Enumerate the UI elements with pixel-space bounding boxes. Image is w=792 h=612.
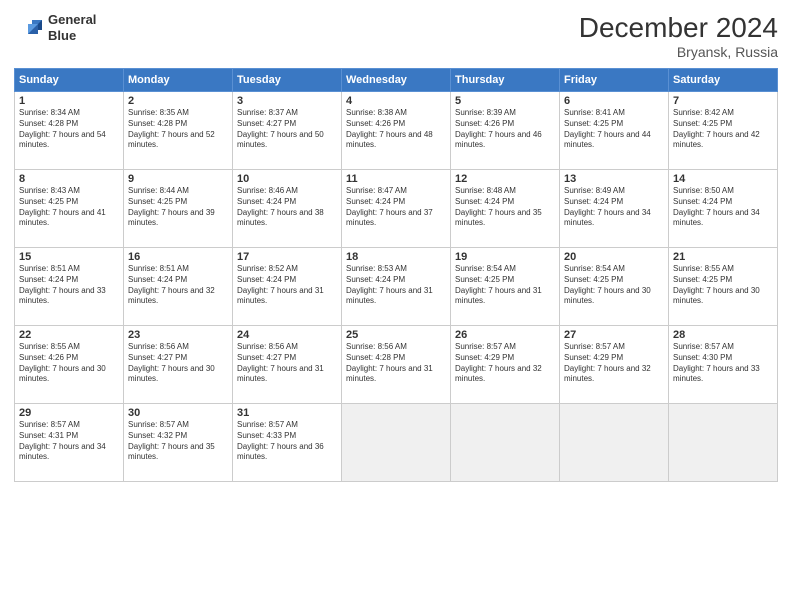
- table-row: 9Sunrise: 8:44 AMSunset: 4:25 PMDaylight…: [124, 170, 233, 248]
- table-row: 29Sunrise: 8:57 AMSunset: 4:31 PMDayligh…: [15, 404, 124, 482]
- logo-icon: [14, 16, 44, 40]
- location-subtitle: Bryansk, Russia: [579, 44, 778, 60]
- table-row: 1Sunrise: 8:34 AMSunset: 4:28 PMDaylight…: [15, 92, 124, 170]
- table-row: 28Sunrise: 8:57 AMSunset: 4:30 PMDayligh…: [669, 326, 778, 404]
- table-row: 8Sunrise: 8:43 AMSunset: 4:25 PMDaylight…: [15, 170, 124, 248]
- table-row: 26Sunrise: 8:57 AMSunset: 4:29 PMDayligh…: [451, 326, 560, 404]
- table-row: [342, 404, 451, 482]
- table-row: 15Sunrise: 8:51 AMSunset: 4:24 PMDayligh…: [15, 248, 124, 326]
- col-sunday: Sunday: [15, 69, 124, 92]
- month-title: December 2024: [579, 12, 778, 44]
- header-row: Sunday Monday Tuesday Wednesday Thursday…: [15, 69, 778, 92]
- table-row: 11Sunrise: 8:47 AMSunset: 4:24 PMDayligh…: [342, 170, 451, 248]
- calendar-row: 15Sunrise: 8:51 AMSunset: 4:24 PMDayligh…: [15, 248, 778, 326]
- table-row: [669, 404, 778, 482]
- header: General Blue December 2024 Bryansk, Russ…: [14, 12, 778, 60]
- col-tuesday: Tuesday: [233, 69, 342, 92]
- table-row: 7Sunrise: 8:42 AMSunset: 4:25 PMDaylight…: [669, 92, 778, 170]
- table-row: 6Sunrise: 8:41 AMSunset: 4:25 PMDaylight…: [560, 92, 669, 170]
- calendar-row: 22Sunrise: 8:55 AMSunset: 4:26 PMDayligh…: [15, 326, 778, 404]
- table-row: 13Sunrise: 8:49 AMSunset: 4:24 PMDayligh…: [560, 170, 669, 248]
- calendar-row: 8Sunrise: 8:43 AMSunset: 4:25 PMDaylight…: [15, 170, 778, 248]
- table-row: 22Sunrise: 8:55 AMSunset: 4:26 PMDayligh…: [15, 326, 124, 404]
- table-row: 23Sunrise: 8:56 AMSunset: 4:27 PMDayligh…: [124, 326, 233, 404]
- table-row: 19Sunrise: 8:54 AMSunset: 4:25 PMDayligh…: [451, 248, 560, 326]
- calendar-row: 29Sunrise: 8:57 AMSunset: 4:31 PMDayligh…: [15, 404, 778, 482]
- col-wednesday: Wednesday: [342, 69, 451, 92]
- calendar-container: General Blue December 2024 Bryansk, Russ…: [0, 0, 792, 612]
- table-row: 17Sunrise: 8:52 AMSunset: 4:24 PMDayligh…: [233, 248, 342, 326]
- col-saturday: Saturday: [669, 69, 778, 92]
- table-row: 25Sunrise: 8:56 AMSunset: 4:28 PMDayligh…: [342, 326, 451, 404]
- table-row: 12Sunrise: 8:48 AMSunset: 4:24 PMDayligh…: [451, 170, 560, 248]
- table-row: 21Sunrise: 8:55 AMSunset: 4:25 PMDayligh…: [669, 248, 778, 326]
- col-thursday: Thursday: [451, 69, 560, 92]
- table-row: 31Sunrise: 8:57 AMSunset: 4:33 PMDayligh…: [233, 404, 342, 482]
- table-row: 24Sunrise: 8:56 AMSunset: 4:27 PMDayligh…: [233, 326, 342, 404]
- table-row: 14Sunrise: 8:50 AMSunset: 4:24 PMDayligh…: [669, 170, 778, 248]
- table-row: [560, 404, 669, 482]
- col-monday: Monday: [124, 69, 233, 92]
- table-row: 16Sunrise: 8:51 AMSunset: 4:24 PMDayligh…: [124, 248, 233, 326]
- table-row: [451, 404, 560, 482]
- calendar-row: 1Sunrise: 8:34 AMSunset: 4:28 PMDaylight…: [15, 92, 778, 170]
- table-row: 10Sunrise: 8:46 AMSunset: 4:24 PMDayligh…: [233, 170, 342, 248]
- table-row: 2Sunrise: 8:35 AMSunset: 4:28 PMDaylight…: [124, 92, 233, 170]
- table-row: 3Sunrise: 8:37 AMSunset: 4:27 PMDaylight…: [233, 92, 342, 170]
- table-row: 4Sunrise: 8:38 AMSunset: 4:26 PMDaylight…: [342, 92, 451, 170]
- logo-text: General Blue: [48, 12, 96, 43]
- table-row: 30Sunrise: 8:57 AMSunset: 4:32 PMDayligh…: [124, 404, 233, 482]
- logo: General Blue: [14, 12, 96, 43]
- title-section: December 2024 Bryansk, Russia: [579, 12, 778, 60]
- table-row: 20Sunrise: 8:54 AMSunset: 4:25 PMDayligh…: [560, 248, 669, 326]
- table-row: 18Sunrise: 8:53 AMSunset: 4:24 PMDayligh…: [342, 248, 451, 326]
- calendar-table: Sunday Monday Tuesday Wednesday Thursday…: [14, 68, 778, 482]
- col-friday: Friday: [560, 69, 669, 92]
- table-row: 27Sunrise: 8:57 AMSunset: 4:29 PMDayligh…: [560, 326, 669, 404]
- table-row: 5Sunrise: 8:39 AMSunset: 4:26 PMDaylight…: [451, 92, 560, 170]
